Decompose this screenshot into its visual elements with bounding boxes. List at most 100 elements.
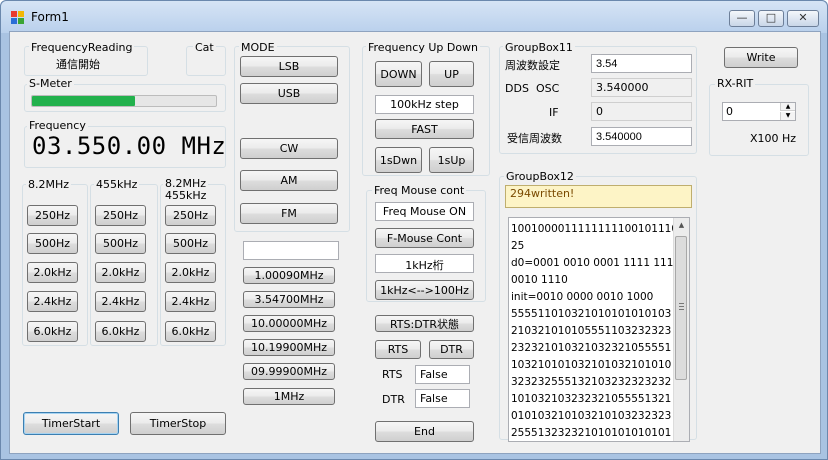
osc-value: 3.540000 <box>591 78 692 97</box>
smeter-bar <box>31 95 217 107</box>
log-line: 101032103232321055551321 <box>511 393 672 405</box>
rx-freq-label: 受信周波数 <box>507 132 562 145</box>
log-line: 255513232321010101010101 <box>511 427 672 439</box>
preset-09-99900mhz-button[interactable]: 09.99900MHz <box>243 363 335 380</box>
spinner-up-icon[interactable]: ▲ <box>780 103 795 111</box>
rxrit-spinner[interactable]: ▲ ▼ <box>722 102 796 121</box>
filter-455khz-2-4khz-button[interactable]: 2.4kHz <box>95 291 146 312</box>
app-icon <box>11 11 25 25</box>
freq-mouse-status: Freq Mouse ON <box>375 202 474 221</box>
log-line: init=0010 0000 0010 1000 <box>511 291 654 303</box>
log-scrollbar[interactable]: ▲ <box>673 218 689 441</box>
rxrit-input[interactable] <box>723 103 779 120</box>
filter-col1-header: 8.2MHz <box>26 178 72 191</box>
groupbox12-label: GroupBox12 <box>504 170 576 183</box>
scroll-up-icon[interactable]: ▲ <box>674 218 689 233</box>
comm-status-text: 通信開始 <box>56 58 100 71</box>
preset-frequency-input[interactable] <box>243 241 339 260</box>
filter-combined-250hz-button[interactable]: 250Hz <box>165 205 216 226</box>
filter-455khz-6-0khz-button[interactable]: 6.0kHz <box>95 321 146 342</box>
fmouse-cont-button[interactable]: F-Mouse Cont <box>375 228 474 248</box>
filter-col2-header: 455kHz <box>94 178 140 191</box>
close-icon[interactable]: ✕ <box>787 10 819 27</box>
filter-8-2mhz-2-4khz-button[interactable]: 2.4kHz <box>27 291 78 312</box>
rts-dtr-state-button[interactable]: RTS:DTR状態 <box>375 315 474 332</box>
mode-lsb-button[interactable]: LSB <box>240 56 338 77</box>
dds-label: DDS <box>505 82 529 95</box>
written-status: 294written! <box>505 185 692 208</box>
log-listbox[interactable]: 1001000011111111100101110 25 d0=0001 0010 … <box>508 217 690 442</box>
log-line: 323232555132103232323232 <box>511 376 672 388</box>
smeter-label: S-Meter <box>27 77 74 90</box>
minimize-icon[interactable]: — <box>729 10 755 27</box>
filter-8-2mhz-250hz-button[interactable]: 250Hz <box>27 205 78 226</box>
log-line: d0=0001 0010 0001 1111 1111 <box>511 257 673 269</box>
log-line: 0010 1110 <box>511 274 568 286</box>
end-button[interactable]: End <box>375 421 474 442</box>
preset-3-54700mhz-button[interactable]: 3.54700MHz <box>243 291 335 308</box>
preset-1mhz-button[interactable]: 1MHz <box>243 388 335 405</box>
scrollbar-thumb[interactable] <box>675 236 687 380</box>
log-line: 555511010321010101010103 <box>511 308 672 320</box>
log-line: 25 <box>511 240 525 252</box>
if-value: 0 <box>591 102 692 121</box>
dtr-value: False <box>415 389 470 408</box>
preset-1-00090mhz-button[interactable]: 1.00090MHz <box>243 267 335 284</box>
rts-value: False <box>415 365 470 384</box>
freq-mouse-label: Freq Mouse cont <box>372 184 467 197</box>
filter-col3-header-line2: 455kHz <box>165 189 207 202</box>
maximize-icon[interactable]: □ <box>758 10 784 27</box>
filter-combined-500hz-button[interactable]: 500Hz <box>165 233 216 254</box>
dtr-label: DTR <box>382 393 405 406</box>
log-lines: 1001000011111111100101110 25 d0=0001 0010 … <box>511 221 673 441</box>
mode-fm-button[interactable]: FM <box>240 203 338 224</box>
filter-col3-header: 8.2MHz 455kHz <box>163 178 209 202</box>
rxrit-unit: X100 Hz <box>750 132 797 145</box>
filter-combined-2-0khz-button[interactable]: 2.0kHz <box>165 262 216 283</box>
frequency-display: 03.550.00 MHz <box>32 132 227 160</box>
spinner-down-icon[interactable]: ▼ <box>780 112 795 120</box>
freq-down-button[interactable]: DOWN <box>375 61 422 87</box>
filter-455khz-250hz-button[interactable]: 250Hz <box>95 205 146 226</box>
if-label: IF <box>549 106 559 119</box>
one-s-down-button[interactable]: 1sDwn <box>375 147 422 173</box>
log-line: 210321010105551103232323 <box>511 325 672 337</box>
freq-up-button[interactable]: UP <box>429 61 474 87</box>
filter-8-2mhz-2-0khz-button[interactable]: 2.0kHz <box>27 262 78 283</box>
filter-455khz-2-0khz-button[interactable]: 2.0kHz <box>95 262 146 283</box>
preset-10-19900mhz-button[interactable]: 10.19900MHz <box>243 339 335 356</box>
rts-label: RTS <box>382 368 403 381</box>
khz-hz-toggle-button[interactable]: 1kHz<-->100Hz <box>375 280 474 300</box>
window-title: Form1 <box>31 10 69 24</box>
filter-combined-6-0khz-button[interactable]: 6.0kHz <box>165 321 216 342</box>
main-window: Form1 — □ ✕ FrequencyReading 通信開始 Cat S-… <box>0 0 828 460</box>
mode-usb-button[interactable]: USB <box>240 83 338 104</box>
digit-display: 1kHz桁 <box>375 254 474 273</box>
filter-455khz-500hz-button[interactable]: 500Hz <box>95 233 146 254</box>
timer-stop-button[interactable]: TimerStop <box>130 412 226 435</box>
mode-am-button[interactable]: AM <box>240 170 338 191</box>
set-freq-input[interactable] <box>591 54 692 73</box>
filter-8-2mhz-6-0khz-button[interactable]: 6.0kHz <box>27 321 78 342</box>
freq-updown-label: Frequency Up Down <box>366 41 481 54</box>
rts-button[interactable]: RTS <box>375 340 421 359</box>
mode-cw-button[interactable]: CW <box>240 138 338 159</box>
filter-combined-2-4khz-button[interactable]: 2.4kHz <box>165 291 216 312</box>
osc-label: OSC <box>536 82 560 95</box>
preset-10-00000mhz-button[interactable]: 10.00000MHz <box>243 315 335 332</box>
log-line: 232321010321032321055551 <box>511 342 672 354</box>
rx-freq-input[interactable] <box>591 127 692 146</box>
write-button[interactable]: Write <box>724 47 798 68</box>
filter-8-2mhz-500hz-button[interactable]: 500Hz <box>27 233 78 254</box>
set-freq-label: 周波数設定 <box>505 59 560 72</box>
log-line: 103210101032101032101010 <box>511 359 672 371</box>
smeter-bar-fill <box>32 96 136 106</box>
dtr-button[interactable]: DTR <box>429 340 474 359</box>
title-bar[interactable]: Form1 — □ ✕ <box>1 1 827 33</box>
one-s-up-button[interactable]: 1sUp <box>429 147 474 173</box>
step-display: 100kHz step <box>375 95 474 114</box>
timer-start-button[interactable]: TimerStart <box>23 412 119 435</box>
groupbox11-label: GroupBox11 <box>503 41 575 54</box>
fast-button[interactable]: FAST <box>375 119 474 139</box>
form-client-area: FrequencyReading 通信開始 Cat S-Meter Freque… <box>9 31 821 454</box>
